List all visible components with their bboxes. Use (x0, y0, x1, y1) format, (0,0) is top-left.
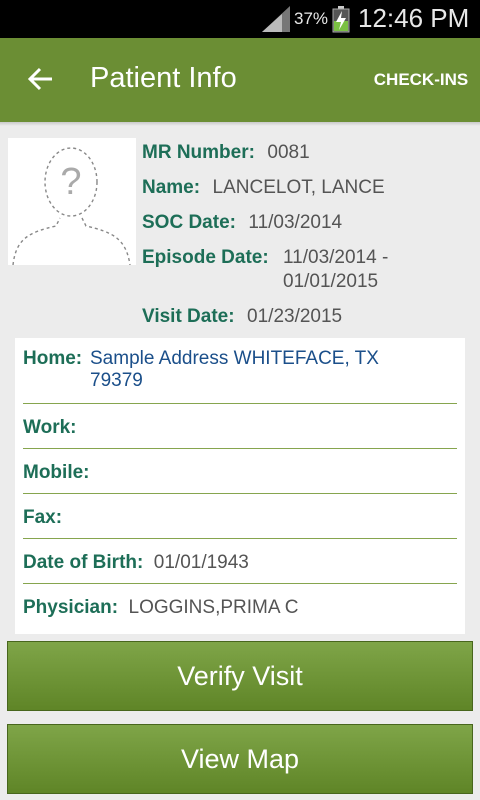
back-arrow-icon[interactable] (26, 64, 56, 94)
signal-strength-icon (262, 6, 290, 32)
dob-value: 01/01/1943 (153, 552, 249, 573)
episode-date-row: Episode Date: (142, 247, 269, 269)
soc-date-value: 11/03/2014 (248, 212, 343, 233)
home-address-line-2[interactable]: 79379 (90, 370, 379, 392)
work-row[interactable]: Work: (23, 417, 76, 439)
name-label: Name: (142, 177, 201, 198)
mobile-row[interactable]: Mobile: (23, 462, 90, 484)
svg-text:?: ? (60, 161, 81, 203)
visit-date-label: Visit Date: (142, 306, 235, 327)
soc-date-label: SOC Date: (142, 212, 236, 233)
episode-date-value-2: 01/01/2015 (283, 271, 379, 292)
patient-photo: ? (8, 138, 136, 266)
work-label: Work: (23, 417, 77, 438)
battery-charging-icon (332, 6, 350, 33)
verify-visit-button[interactable]: Verify Visit (7, 641, 473, 711)
mr-number-label: MR Number: (142, 142, 255, 163)
visit-date-row: Visit Date: 01/23/2015 (142, 306, 342, 328)
home-address[interactable]: Sample Address WHITEFACE, TX 79379 (90, 348, 379, 392)
divider (23, 583, 457, 584)
clock: 12:46 PM (358, 3, 470, 33)
home-address-line-1[interactable]: Sample Address WHITEFACE, TX (90, 348, 379, 370)
app-bar-shadow (0, 122, 480, 126)
mobile-label: Mobile: (23, 462, 90, 483)
divider (23, 448, 457, 449)
mr-number-value: 0081 (267, 142, 310, 163)
physician-value: LOGGINS,PRIMA C (128, 597, 299, 618)
view-map-button[interactable]: View Map (7, 724, 473, 794)
name-row: Name: LANCELOT, LANCE (142, 177, 385, 199)
visit-date-value: 01/23/2015 (247, 306, 343, 327)
name-value: LANCELOT, LANCE (212, 177, 385, 198)
mr-number-row: MR Number: 0081 (142, 142, 310, 164)
app-bar: Patient Info CHECK-INS (0, 38, 480, 122)
divider (23, 493, 457, 494)
divider (23, 403, 457, 404)
fax-label: Fax: (23, 507, 63, 528)
contact-card: Home: Sample Address WHITEFACE, TX 79379… (15, 338, 465, 634)
home-row[interactable]: Home: (23, 348, 82, 370)
episode-date-label: Episode Date: (142, 247, 269, 268)
episode-date-end: 01/01/2015 (283, 271, 378, 293)
episode-date-value-1: 11/03/2014 - (283, 247, 389, 268)
physician-label: Physician: (23, 597, 119, 618)
fax-row: Fax: (23, 507, 62, 529)
episode-date-start: 11/03/2014 - (283, 247, 388, 269)
home-label: Home: (23, 348, 83, 369)
dob-label: Date of Birth: (23, 552, 144, 573)
soc-date-row: SOC Date: 11/03/2014 (142, 212, 342, 234)
check-ins-button[interactable]: CHECK-INS (362, 70, 480, 90)
status-bar: 37% 12:46 PM (0, 0, 480, 38)
unknown-person-icon: ? (12, 147, 131, 266)
dob-row: Date of Birth: 01/01/1943 (23, 552, 249, 574)
divider (23, 538, 457, 539)
battery-percent: 37% (294, 9, 329, 28)
physician-row: Physician: LOGGINS,PRIMA C (23, 597, 298, 619)
page-title: Patient Info (90, 62, 237, 94)
